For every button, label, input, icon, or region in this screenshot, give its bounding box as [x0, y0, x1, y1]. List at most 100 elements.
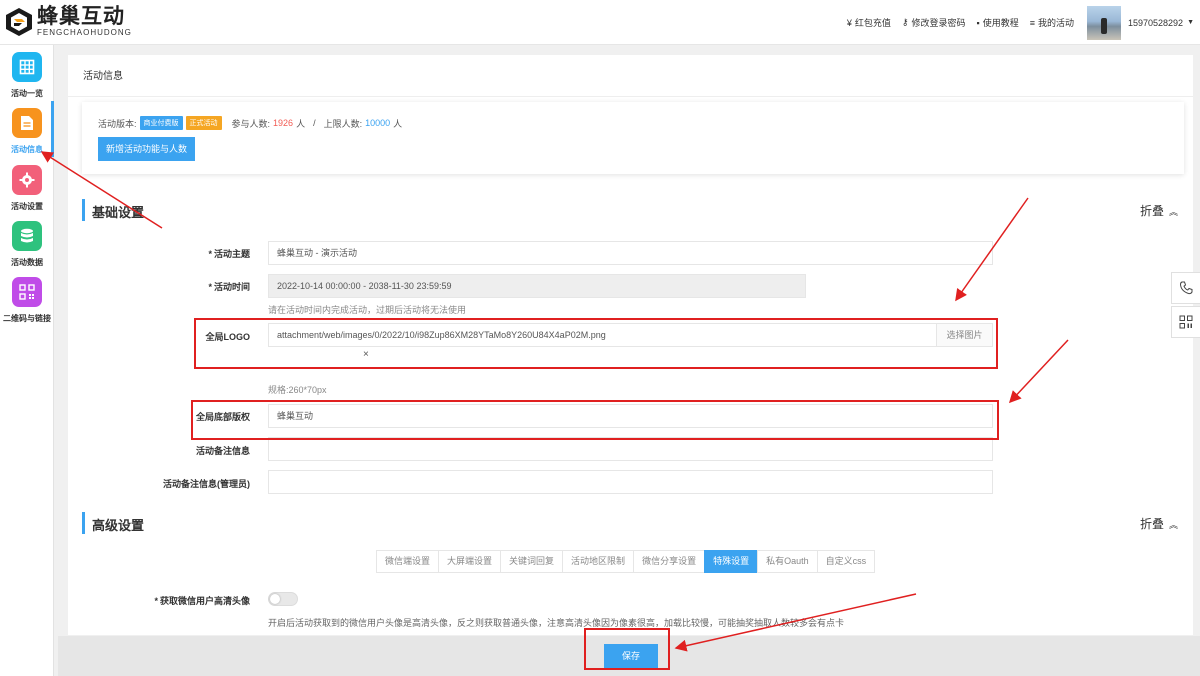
- phone-float-button[interactable]: [1171, 272, 1200, 304]
- sidebar-item-activity-overview[interactable]: 活动一览: [0, 52, 54, 99]
- logo-mark-icon: [5, 7, 33, 37]
- document-icon: ▪: [976, 17, 980, 28]
- activity-info-card: 活动版本: 商业付费版 正式活动 参与人数: 1926 人 / 上限人数: 10…: [82, 102, 1184, 174]
- main-panel: 活动信息 活动版本: 商业付费版 正式活动 参与人数: 1926 人 / 上限人…: [68, 55, 1193, 635]
- basic-settings-header: 基础设置 折叠 ︽: [82, 199, 1184, 221]
- remove-logo-icon[interactable]: ×: [363, 349, 369, 360]
- nav-tutorial-label: 使用教程: [982, 18, 1019, 28]
- limit-label: 上限人数:: [323, 118, 363, 129]
- section-accent-bar: [82, 199, 85, 221]
- advanced-settings-title: 高级设置: [92, 518, 145, 533]
- gear-icon: [12, 165, 42, 195]
- copyright-label: 全局底部版权: [195, 412, 250, 422]
- hd-avatar-hint: 开启后活动获取到的微信用户头像是高清头像，反之则获取普通头像，注意高清头像因为像…: [268, 618, 845, 628]
- section-accent-bar: [82, 512, 85, 534]
- advanced-fold-button[interactable]: 折叠 ︽: [1140, 515, 1178, 532]
- sidebar: 活动一览 活动信息 活动设置 活动数据 二维码与链接: [0, 45, 54, 676]
- hd-avatar-toggle[interactable]: [268, 592, 298, 606]
- logo-title: 蜂巢互动: [37, 5, 125, 28]
- avatar[interactable]: [1087, 5, 1121, 40]
- chevron-down-icon[interactable]: ▼: [1187, 19, 1194, 26]
- tab-big-screen-settings[interactable]: 大屏端设置: [438, 550, 502, 573]
- sidebar-item-qrcode-links[interactable]: 二维码与链接: [0, 277, 54, 324]
- sidebar-item-activity-settings[interactable]: 活动设置: [0, 165, 54, 212]
- sidebar-item-label: 活动设置: [11, 202, 43, 211]
- key-icon: ⚷: [901, 17, 909, 27]
- limit-unit: 人: [393, 118, 403, 129]
- document-icon: [12, 108, 42, 138]
- save-button[interactable]: 保存: [604, 644, 658, 668]
- admin-remark-input[interactable]: [268, 470, 993, 494]
- page-title: 活动信息: [83, 71, 123, 82]
- nav-recharge[interactable]: ¥ 红包充值: [847, 16, 891, 29]
- fold-label: 折叠: [1139, 204, 1164, 218]
- tab-keyword-reply[interactable]: 关键词回复: [500, 550, 564, 573]
- logo-input[interactable]: attachment/web/images/0/2022/10/i98Zup86…: [268, 323, 993, 347]
- nav-change-password[interactable]: ⚷ 修改登录密码: [902, 16, 966, 29]
- sidebar-item-label: 活动信息: [11, 145, 43, 154]
- sidebar-item-label: 活动一览: [11, 89, 43, 98]
- fold-label: 折叠: [1139, 517, 1164, 531]
- tab-wechat-settings[interactable]: 微信端设置: [376, 550, 440, 573]
- top-header: 蜂巢互动 FENGCHAOHUDONG ¥ 红包充值 ⚷ 修改登录密码 ▪ 使用…: [0, 0, 1200, 45]
- nav-my-activities[interactable]: ≡ 我的活动: [1030, 16, 1074, 29]
- grid-icon: [12, 52, 42, 82]
- formal-activity-badge: 正式活动: [185, 116, 222, 130]
- chevron-up-icon: ︽: [1168, 207, 1178, 217]
- hd-avatar-label-text: 获取微信用户高清头像: [159, 596, 250, 606]
- sidebar-item-label: 二维码与链接: [3, 314, 51, 323]
- footer-bar: 保存: [58, 636, 1200, 676]
- yen-icon: ¥: [846, 17, 852, 28]
- list-icon: ≡: [1029, 17, 1035, 28]
- add-features-button[interactable]: 新增活动功能与人数: [98, 137, 196, 161]
- top-nav: ¥ 红包充值 ⚷ 修改登录密码 ▪ 使用教程 ≡ 我的活动 1597052829…: [847, 0, 1200, 45]
- time-label: * 活动时间: [208, 282, 250, 292]
- qrcode-icon: [12, 277, 42, 307]
- sidebar-item-label: 活动数据: [11, 258, 43, 267]
- tab-private-oauth[interactable]: 私有Oauth: [757, 550, 818, 573]
- qrcode-float-button[interactable]: [1171, 306, 1200, 338]
- activity-version-line: 活动版本: 商业付费版 正式活动 参与人数: 1926 人 / 上限人数: 10…: [98, 116, 402, 130]
- chevron-up-icon: ︽: [1168, 520, 1178, 530]
- nav-my-activities-label: 我的活动: [1037, 18, 1074, 28]
- admin-remark-label: 活动备注信息(管理员): [163, 479, 250, 489]
- remark-input[interactable]: [268, 437, 993, 461]
- tab-special-settings[interactable]: 特殊设置: [704, 550, 759, 573]
- limit-count: 10000: [365, 118, 391, 128]
- nav-tutorial[interactable]: ▪ 使用教程: [977, 16, 1019, 29]
- version-label: 活动版本:: [98, 118, 137, 129]
- nav-change-password-label: 修改登录密码: [911, 18, 966, 28]
- database-icon: [12, 221, 42, 251]
- basic-fold-button[interactable]: 折叠 ︽: [1140, 202, 1178, 219]
- basic-settings-title: 基础设置: [92, 205, 145, 220]
- participants-unit: 人: [296, 118, 306, 129]
- tab-wechat-share[interactable]: 微信分享设置: [633, 550, 706, 573]
- advanced-tabs: 微信端设置 大屏端设置 关键词回复 活动地区限制 微信分享设置 特殊设置 私有O…: [376, 550, 876, 573]
- remark-label: 活动备注信息: [195, 446, 250, 456]
- user-name[interactable]: 15970528292: [1128, 18, 1183, 28]
- logo-subtitle: FENGCHAOHUDONG: [37, 28, 132, 37]
- divider: [68, 96, 1193, 97]
- subject-input[interactable]: 蜂巢互动 - 演示活动: [268, 241, 993, 265]
- subject-label: * 活动主题: [208, 249, 250, 259]
- hd-avatar-label: * 获取微信用户高清头像: [154, 596, 250, 606]
- nav-recharge-label: 红包充值: [854, 18, 891, 28]
- time-hint: 请在活动时间内完成活动，过期后活动将无法使用: [268, 305, 467, 315]
- copyright-input[interactable]: 蜂巢互动: [268, 404, 993, 428]
- logo-spec-hint: 规格:260*70px: [268, 385, 327, 395]
- logo-label: 全局LOGO: [205, 332, 251, 342]
- time-range-input[interactable]: 2022-10-14 00:00:00 - 2038-11-30 23:59:5…: [268, 274, 806, 298]
- participants-count: 1926: [273, 118, 294, 128]
- subject-label-text: 活动主题: [213, 249, 250, 259]
- sidebar-item-activity-data[interactable]: 活动数据: [0, 221, 54, 268]
- logo-path: attachment/web/images/0/2022/10/i98Zup86…: [277, 330, 606, 340]
- time-label-text: 活动时间: [213, 282, 250, 292]
- tab-region-limit[interactable]: 活动地区限制: [562, 550, 635, 573]
- advanced-settings-header: 高级设置 折叠 ︽: [82, 512, 1184, 534]
- sidebar-item-activity-info[interactable]: 活动信息: [0, 108, 54, 155]
- logo[interactable]: 蜂巢互动 FENGCHAOHUDONG: [5, 6, 132, 38]
- separator: /: [313, 118, 316, 128]
- participants-label: 参与人数:: [231, 118, 271, 129]
- choose-image-button[interactable]: 选择图片: [936, 324, 992, 346]
- tab-custom-css[interactable]: 自定义css: [816, 550, 876, 573]
